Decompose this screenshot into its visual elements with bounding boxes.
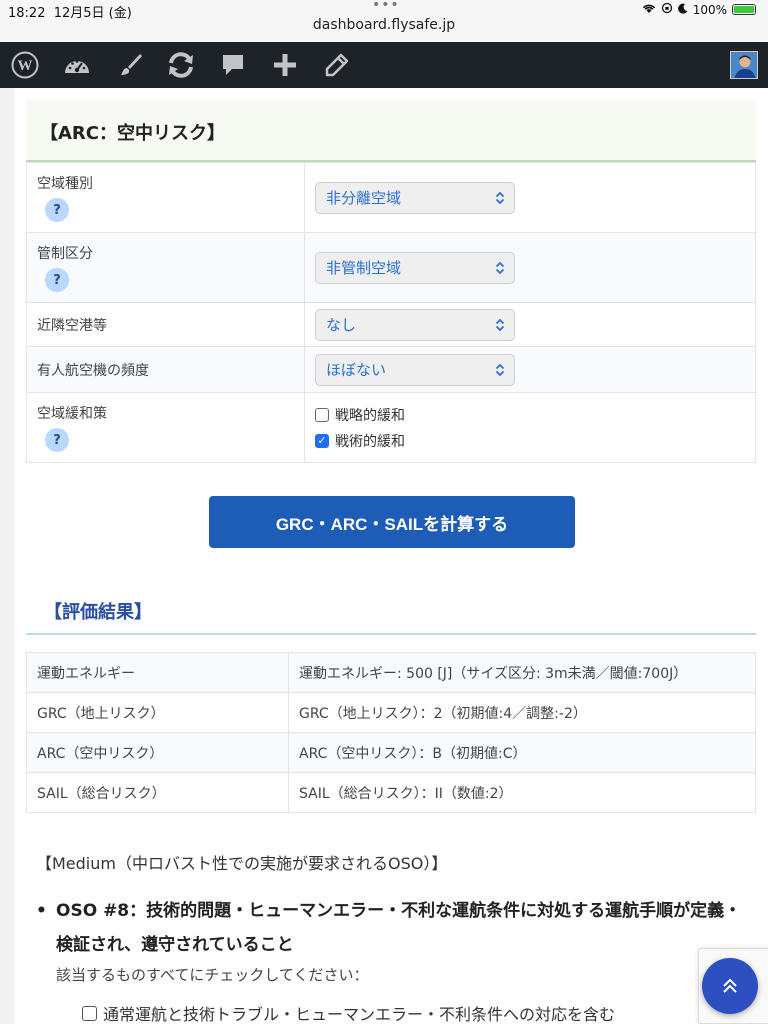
moon-icon [677, 3, 688, 17]
results-title: 【評価結果】 [44, 602, 152, 623]
chevron-up-down-icon [495, 355, 505, 388]
battery-percent: 100% [692, 2, 727, 17]
strategic-mitigation-checkbox[interactable] [315, 407, 329, 422]
airspace-type-select[interactable]: 非分離空域 [315, 181, 515, 216]
control-class-label: 管制区分 [37, 246, 93, 262]
rotation-lock-icon [661, 2, 673, 17]
nearby-airport-select[interactable]: なし [315, 308, 515, 343]
customize-brush-icon[interactable] [116, 50, 146, 80]
help-icon[interactable]: ? [45, 428, 69, 452]
new-content-icon[interactable] [270, 50, 300, 80]
multitask-dots[interactable]: ••• [372, 0, 400, 13]
chevron-up-down-icon [495, 310, 505, 343]
wifi-icon [642, 3, 656, 17]
chevron-up-down-icon [495, 183, 505, 216]
calculate-button[interactable]: GRC・ARC・SAILを計算する [209, 496, 575, 548]
battery-icon [732, 4, 756, 15]
edit-pencil-icon[interactable] [322, 50, 352, 80]
result-row-arc: ARC（空中リスク） ARC（空中リスク）：B（初期値:C） [26, 732, 756, 773]
form-row-airspace-mitigation: 空域緩和策 ? 戦略的緩和 ✓ 戦術的緩和 [26, 392, 756, 463]
oso-8-option-1[interactable]: 通常運航と技術トラブル・ヒューマンエラー・不利条件への対応を含む [82, 1001, 615, 1024]
airspace-mitigation-label: 空域緩和策 [37, 406, 107, 422]
content-card: 【ARC：空中リスク】 空域種別 ? 非分離空域 管制区分 ? 非管制空域 近隣… [14, 88, 768, 1024]
form-row-airspace-type: 空域種別 ? 非分離空域 [26, 162, 756, 233]
results-table: 運動エネルギー 運動エネルギー: 500 [J]（サイズ区分: 3m未満／閾値:… [26, 652, 756, 813]
tactical-mitigation-checkbox[interactable]: ✓ [315, 433, 329, 448]
result-row-grc: GRC（地上リスク） GRC（地上リスク）：2（初期値:4／調整:-2） [26, 692, 756, 733]
manned-aircraft-frequency-label: 有人航空機の頻度 [37, 362, 149, 379]
check-instruction: 該当するものすべてにチェックしてください： [56, 966, 369, 984]
bullet: • [36, 901, 47, 921]
oso-8-option-1-checkbox[interactable] [82, 1005, 97, 1021]
form-row-manned-aircraft-frequency: 有人航空機の頻度 ほぼない [26, 346, 756, 393]
status-bar: 18:22 12月5日 (金) ••• dashboard.flysafe.jp… [0, 0, 768, 42]
scroll-to-top-button[interactable] [702, 958, 758, 1014]
comments-icon[interactable] [218, 50, 248, 80]
oso-8-title: OSO #8：技術的問題・ヒューマンエラー・不利な運航条件に対処する運航手順が定… [56, 901, 742, 955]
result-row-kinetic-energy: 運動エネルギー 運動エネルギー: 500 [J]（サイズ区分: 3m未満／閾値:… [26, 652, 756, 693]
help-icon[interactable]: ? [45, 268, 69, 292]
strategic-mitigation-option[interactable]: 戦略的緩和 [315, 402, 745, 428]
help-icon[interactable]: ? [45, 198, 69, 222]
status-indicators: 100% [642, 2, 756, 17]
updates-icon[interactable] [166, 50, 196, 80]
results-divider [26, 633, 756, 635]
tactical-mitigation-option[interactable]: ✓ 戦術的緩和 [315, 428, 745, 454]
arc-section-header: 【ARC：空中リスク】 [26, 100, 756, 162]
form-row-control-class: 管制区分 ? 非管制空域 [26, 232, 756, 303]
control-class-select[interactable]: 非管制空域 [315, 251, 515, 286]
svg-text:W: W [18, 58, 33, 74]
dashboard-icon[interactable] [62, 50, 92, 80]
medium-robustness-title: 【Medium（中ロバスト性での実施が要求されるOSO）】 [36, 854, 448, 873]
arc-section-title: 【ARC：空中リスク】 [40, 123, 226, 144]
wp-admin-bar: W [0, 42, 768, 88]
airspace-type-label: 空域種別 [37, 176, 93, 192]
form-row-nearby-airport: 近隣空港等 なし [26, 302, 756, 347]
manned-aircraft-frequency-select[interactable]: ほぼない [315, 353, 515, 388]
address-bar-url[interactable]: dashboard.flysafe.jp [0, 17, 768, 33]
user-avatar[interactable] [730, 51, 758, 79]
nearby-airport-label: 近隣空港等 [37, 317, 107, 334]
arc-form-table: 空域種別 ? 非分離空域 管制区分 ? 非管制空域 近隣空港等 なし 有人航空機… [26, 162, 756, 463]
chevron-up-down-icon [495, 253, 505, 286]
result-row-sail: SAIL（総合リスク） SAIL（総合リスク）：II（数値:2） [26, 772, 756, 813]
double-chevron-up-icon [723, 978, 737, 993]
wordpress-icon[interactable]: W [10, 50, 40, 80]
